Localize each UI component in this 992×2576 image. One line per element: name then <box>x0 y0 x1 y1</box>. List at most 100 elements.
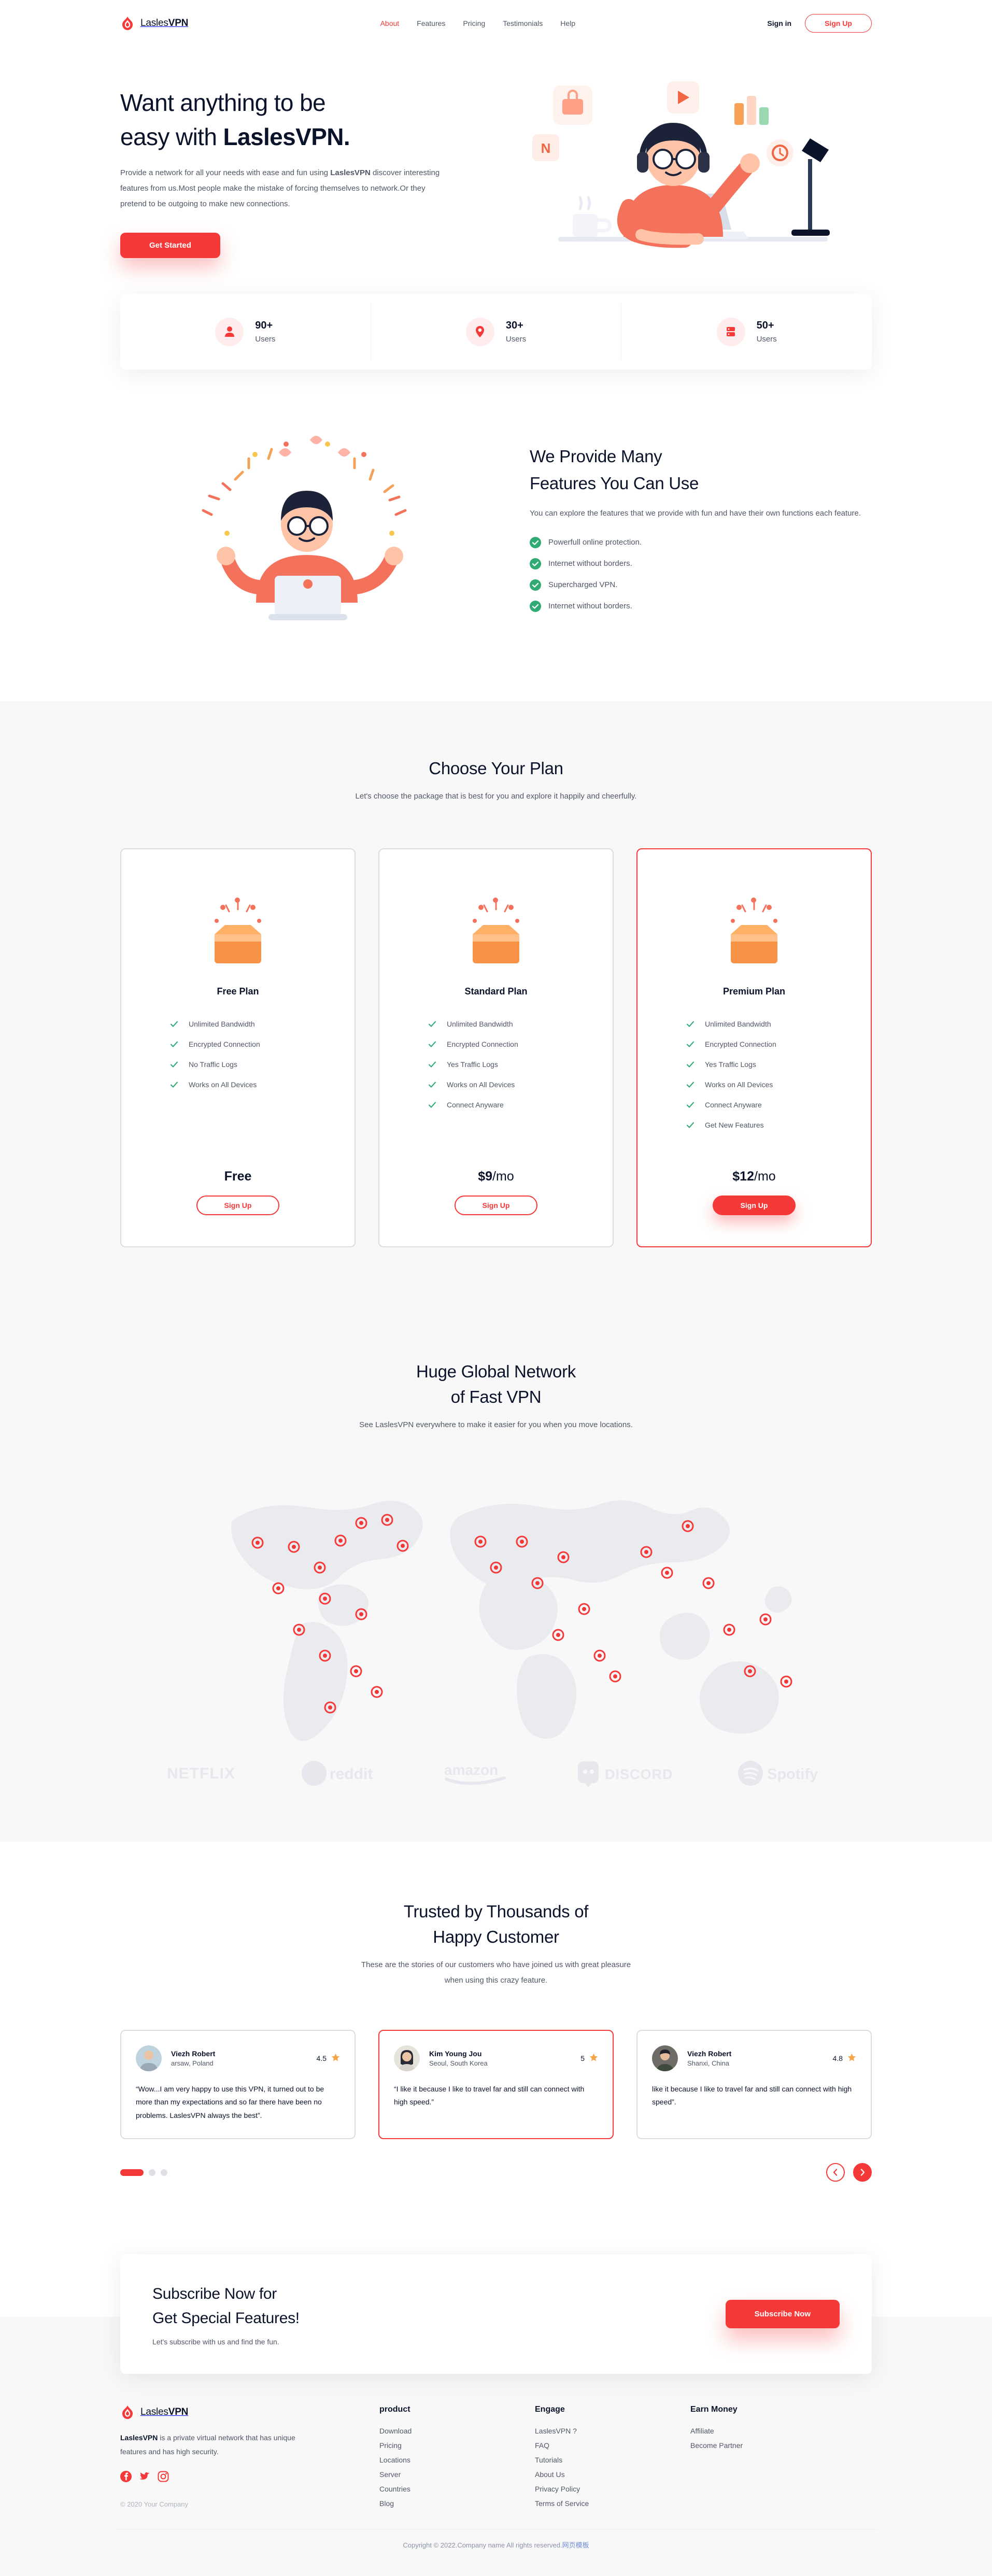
sign-up-button[interactable]: Sign Up <box>805 14 872 33</box>
footer-link-laslesvpn[interactable]: LaslesVPN ? <box>535 2427 690 2435</box>
footer-link-about-us[interactable]: About Us <box>535 2470 690 2479</box>
subscribe-zone: Subscribe Now for Get Special Features! … <box>0 2228 992 2374</box>
facebook-icon[interactable] <box>120 2471 132 2485</box>
carousel-dot[interactable] <box>149 2169 155 2176</box>
features-title: We Provide Many Features You Can Use <box>530 443 872 496</box>
footer-brand-bold: VPN <box>168 2407 189 2418</box>
plan-feature-label: Works on All Devices <box>189 1080 257 1089</box>
feature-item-label: Supercharged VPN. <box>548 580 618 590</box>
footer-copyright: © 2020 Your Company <box>120 2500 189 2509</box>
footer-link-download[interactable]: Download <box>379 2427 535 2435</box>
features-section: We Provide Many Features You Can Use You… <box>115 369 877 701</box>
footer-column-product: product Download Pricing Locations Serve… <box>379 2405 535 2508</box>
footer-brand-link[interactable]: LaslesVPN <box>120 2405 379 2420</box>
testimonial-text: like it because I like to travel far and… <box>652 2084 852 2107</box>
pricing-section: Choose Your Plan Let's choose the packag… <box>0 701 992 1307</box>
sign-in-link[interactable]: Sign in <box>767 19 791 27</box>
plan-illustration-premium <box>715 879 793 972</box>
brand-name: LaslesVPN <box>140 18 188 29</box>
footer-link-tutorials[interactable]: Tutorials <box>535 2456 690 2464</box>
check-icon <box>428 1040 436 1048</box>
get-started-button[interactable]: Get Started <box>120 232 220 258</box>
plan-signup-button-standard[interactable]: Sign Up <box>454 1195 538 1215</box>
testimonial-text: “Wow...I am very happy to use this VPN, … <box>136 2084 324 2120</box>
hero-title-line2-plain: easy with <box>120 123 223 150</box>
svg-text:DISCORD: DISCORD <box>605 1767 673 1782</box>
nav-link-help[interactable]: Help <box>560 19 575 27</box>
nav-link-testimonials[interactable]: Testimonials <box>503 19 543 27</box>
footer-link-pricing[interactable]: Pricing <box>379 2441 535 2450</box>
subscribe-title-line1: Subscribe Now for <box>152 2285 277 2303</box>
footer-link-become-partner[interactable]: Become Partner <box>690 2441 743 2450</box>
plan-feature-label: Unlimited Bandwidth <box>189 1019 255 1028</box>
footer-link-server[interactable]: Server <box>379 2470 535 2479</box>
spotify-logo: Spotify <box>737 1759 825 1790</box>
stat-locations-number: 30+ <box>505 320 523 331</box>
carousel-dot[interactable] <box>161 2169 167 2176</box>
testimonial-card-1[interactable]: Viezh Robert arsaw, Poland 4.5 “Wow...I … <box>120 2029 356 2140</box>
nav-link-pricing[interactable]: Pricing <box>463 19 485 27</box>
testimonial-card-3[interactable]: Viezh Robert Shanxi, China 4.8 like it b… <box>636 2029 872 2140</box>
plan-feature: Connect Anyware <box>686 1101 850 1109</box>
network-description: See LaslesVPN everywhere to make it easi… <box>359 1420 633 1429</box>
check-icon <box>428 1060 436 1069</box>
plan-illustration-free <box>199 879 277 972</box>
hero-title: Want anything to be easy with LaslesVPN. <box>120 86 478 154</box>
testimonial-header-3: Viezh Robert Shanxi, China 4.8 <box>652 2045 856 2071</box>
nav-link-features[interactable]: Features <box>417 19 445 27</box>
footer-link-faq[interactable]: FAQ <box>535 2441 690 2450</box>
check-icon <box>686 1020 695 1028</box>
footer-link-terms-of-service[interactable]: Terms of Service <box>535 2499 690 2508</box>
plan-signup-button-premium[interactable]: Sign Up <box>712 1195 796 1215</box>
footer-bottom-link[interactable]: 网页模板 <box>562 2541 589 2549</box>
plan-card-standard[interactable]: Standard Plan Unlimited Bandwidth Encryp… <box>378 848 614 1247</box>
testimonials-title-line1: Trusted by Thousands of <box>403 1901 589 1921</box>
footer-link-affiliate[interactable]: Affiliate <box>690 2427 743 2435</box>
open-box-icon <box>473 897 519 963</box>
nav-link-about[interactable]: About <box>380 19 400 27</box>
features-description: You can explore the features that we pro… <box>530 508 861 518</box>
footer-link-privacy-policy[interactable]: Privacy Policy <box>535 2485 690 2493</box>
footer-column-head: Engage <box>535 2405 565 2414</box>
plan-features-free: Unlimited Bandwidth Encrypted Connection… <box>142 1020 334 1089</box>
plan-feature: Unlimited Bandwidth <box>686 1020 850 1028</box>
plan-name-free: Free Plan <box>217 986 259 997</box>
carousel-prev-button[interactable] <box>826 2163 845 2182</box>
discord-logo: DISCORD <box>577 1759 682 1790</box>
check-icon <box>686 1121 695 1129</box>
feature-item: Supercharged VPN. <box>530 579 872 591</box>
svg-text:N: N <box>541 140 551 156</box>
testimonial-rating-value: 5 <box>580 2054 585 2062</box>
brand-logo-link[interactable]: LaslesVPN <box>120 16 188 31</box>
carousel-dot-active[interactable] <box>120 2169 144 2176</box>
testimonial-card-2[interactable]: Kim Young Jou Seoul, South Korea 5 “I li… <box>378 2029 614 2140</box>
footer-link-blog[interactable]: Blog <box>379 2499 535 2508</box>
hero-desc-part1: Provide a network for all your needs wit… <box>120 168 331 177</box>
testimonial-name: Kim Young Jou <box>429 2049 482 2058</box>
plan-features-standard: Unlimited Bandwidth Encrypted Connection… <box>400 1020 592 1109</box>
network-title: Huge Global Network of Fast VPN <box>115 1359 877 1410</box>
testimonial-location: Seoul, South Korea <box>429 2059 488 2067</box>
carousel-next-button[interactable] <box>853 2163 872 2182</box>
plan-signup-button-free[interactable]: Sign Up <box>196 1195 280 1215</box>
footer-description: LaslesVPN is a private virtual network t… <box>120 2431 302 2458</box>
plan-price-suffix: /mo <box>754 1169 776 1184</box>
open-box-icon <box>731 897 777 963</box>
footer-brand-name: LaslesVPN <box>140 2407 188 2418</box>
testimonial-rating-1: 4.5 <box>317 2053 340 2063</box>
subscribe-now-button[interactable]: Subscribe Now <box>725 2300 840 2329</box>
hero-section: Want anything to be easy with LaslesVPN.… <box>115 37 877 278</box>
instagram-icon[interactable] <box>158 2471 169 2485</box>
plan-name-premium: Premium Plan <box>722 986 786 997</box>
plan-price-free: Free <box>224 1169 252 1184</box>
footer-link-locations[interactable]: Locations <box>379 2456 535 2464</box>
nav-right: Sign in Sign Up <box>767 14 872 33</box>
plan-footer-free: Free Sign Up <box>196 1169 280 1215</box>
plan-feature-label: No Traffic Logs <box>189 1060 237 1069</box>
twitter-icon[interactable] <box>139 2471 150 2485</box>
plan-card-premium[interactable]: Premium Plan Unlimited Bandwidth Encrypt… <box>636 848 872 1247</box>
plan-card-free[interactable]: Free Plan Unlimited Bandwidth Encrypted … <box>120 848 356 1247</box>
network-title-line1: Huge Global Network <box>416 1361 576 1381</box>
footer-link-countries[interactable]: Countries <box>379 2485 535 2493</box>
plan-feature-label: Encrypted Connection <box>189 1040 260 1048</box>
